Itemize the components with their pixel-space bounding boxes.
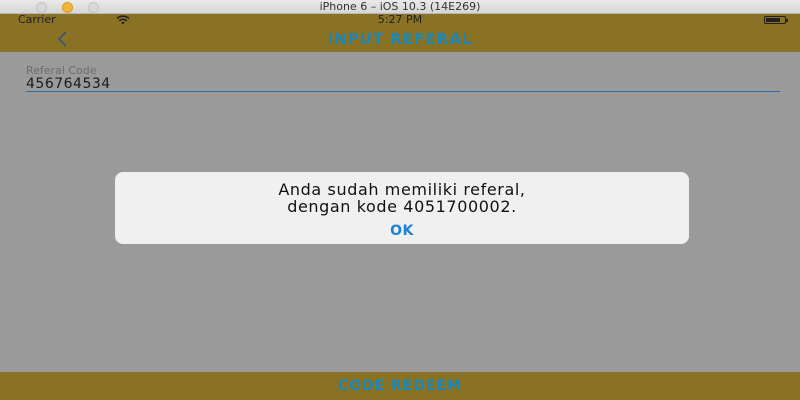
status-time: 5:27 PM xyxy=(377,13,423,26)
window-title: iPhone 6 – iOS 10.3 (14E269) xyxy=(319,0,481,13)
referral-code-input[interactable] xyxy=(26,76,780,92)
page-title: INPUT REFERAL xyxy=(327,30,473,48)
close-window-button[interactable] xyxy=(36,2,47,13)
alert-message-line-2: dengan kode 4051700002. xyxy=(287,197,517,216)
alert-message: Anda sudah memiliki referal, dengan kode… xyxy=(115,172,689,215)
alert-ok-button[interactable]: OK xyxy=(115,223,689,239)
battery-icon xyxy=(764,16,788,24)
alert-dialog: Anda sudah memiliki referal, dengan kode… xyxy=(115,172,689,244)
code-redeem-label: CODE REDEEM xyxy=(337,378,463,394)
minimize-window-button[interactable] xyxy=(62,2,73,13)
status-bar: Carrier 5:27 PM xyxy=(0,14,800,26)
zoom-window-button[interactable] xyxy=(88,2,99,13)
code-redeem-button[interactable]: CODE REDEEM xyxy=(0,372,800,400)
alert-message-line-1: Anda sudah memiliki referal, xyxy=(278,180,526,199)
navigation-bar: INPUT REFERAL xyxy=(0,26,800,52)
simulator-title-bar: iPhone 6 – iOS 10.3 (14E269) xyxy=(0,0,800,14)
